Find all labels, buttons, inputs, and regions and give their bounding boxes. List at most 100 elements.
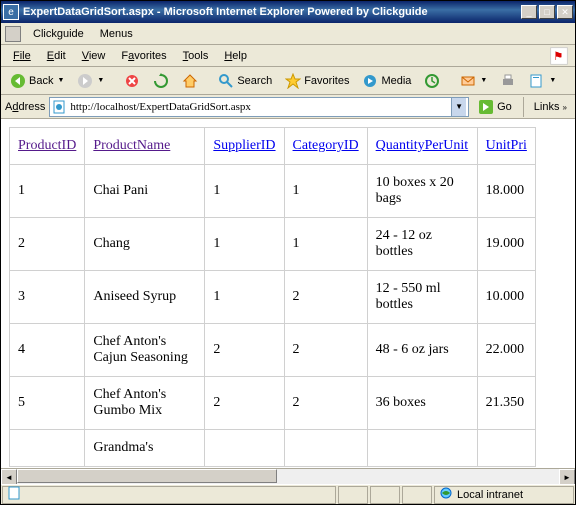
address-dropdown-button[interactable]: ▼: [451, 98, 466, 116]
forward-button[interactable]: ▼: [72, 70, 109, 92]
cell-price: 18.000: [477, 165, 535, 218]
cell-qty: 36 boxes: [367, 377, 477, 430]
favorites-menu[interactable]: Favorites: [113, 48, 174, 64]
page-icon: [7, 486, 21, 503]
clickguide-menu[interactable]: Clickguide: [25, 26, 92, 42]
cell-sup: 1: [205, 165, 284, 218]
edit-menu[interactable]: Edit: [39, 48, 74, 64]
cell-name: Aniseed Syrup: [85, 271, 205, 324]
scroll-area[interactable]: ProductID ProductName SupplierID Categor…: [1, 119, 575, 468]
search-label: Search: [237, 75, 272, 87]
home-button[interactable]: [177, 70, 203, 92]
links-button[interactable]: Links »: [530, 99, 571, 115]
table-row: 1Chai Pani1110 boxes x 20 bags18.000: [10, 165, 536, 218]
cell-name: Chef Anton's Cajun Seasoning: [85, 324, 205, 377]
cell-name: Chef Anton's Gumbo Mix: [85, 377, 205, 430]
cell-id: 5: [10, 377, 85, 430]
chevron-down-icon: ▼: [480, 77, 487, 84]
print-button[interactable]: [495, 70, 521, 92]
print-icon: [500, 73, 516, 89]
cell-price: [477, 430, 535, 467]
custom1-button[interactable]: [571, 70, 576, 92]
status-pane-4: [402, 486, 432, 504]
cell-id: 3: [10, 271, 85, 324]
close-button[interactable]: ✕: [557, 5, 573, 19]
cell-sup: 2: [205, 324, 284, 377]
cell-id: 2: [10, 218, 85, 271]
scroll-right-button[interactable]: ►: [559, 469, 575, 485]
status-pane-2: [338, 486, 368, 504]
col-categoryid[interactable]: CategoryID: [293, 138, 359, 153]
scroll-track[interactable]: [17, 469, 559, 484]
table-row: 3Aniseed Syrup1212 - 550 ml bottles10.00…: [10, 271, 536, 324]
ie-icon: e: [3, 4, 19, 20]
cell-id: 1: [10, 165, 85, 218]
cell-cat: 1: [284, 165, 367, 218]
cell-qty: 48 - 6 oz jars: [367, 324, 477, 377]
file-menubar: File Edit View Favorites Tools Help ⚑: [1, 45, 575, 67]
col-quantityperunit[interactable]: QuantityPerUnit: [376, 138, 469, 153]
back-icon: [10, 73, 26, 89]
address-bar: Address ▼ Go Links »: [1, 95, 575, 119]
refresh-button[interactable]: [148, 70, 174, 92]
forward-icon: [77, 73, 93, 89]
stop-button[interactable]: [119, 70, 145, 92]
edit-icon: [529, 73, 545, 89]
scroll-thumb[interactable]: [17, 469, 277, 483]
status-bar: Local intranet: [1, 484, 575, 504]
refresh-icon: [153, 73, 169, 89]
media-button[interactable]: Media: [357, 70, 416, 92]
window-titlebar: e ExpertDataGridSort.aspx - Microsoft In…: [1, 1, 575, 23]
cell-price: 22.000: [477, 324, 535, 377]
data-grid: ProductID ProductName SupplierID Categor…: [9, 127, 536, 467]
go-label: Go: [497, 101, 512, 113]
cell-name: Chai Pani: [85, 165, 205, 218]
cell-sup: 2: [205, 377, 284, 430]
view-menu[interactable]: View: [74, 48, 114, 64]
tools-menu[interactable]: Tools: [175, 48, 217, 64]
svg-text:⚑: ⚑: [553, 50, 563, 63]
cell-price: 21.350: [477, 377, 535, 430]
file-menu[interactable]: File: [5, 48, 39, 64]
separator: [523, 97, 524, 117]
zone-icon: [439, 486, 453, 503]
mail-button[interactable]: ▼: [455, 70, 492, 92]
header-row: ProductID ProductName SupplierID Categor…: [10, 128, 536, 165]
mail-icon: [460, 73, 476, 89]
col-supplierid[interactable]: SupplierID: [213, 138, 275, 153]
cell-cat: [284, 430, 367, 467]
help-menu[interactable]: Help: [216, 48, 255, 64]
back-label: Back: [29, 75, 53, 87]
history-button[interactable]: [419, 70, 445, 92]
search-button[interactable]: Search: [213, 70, 277, 92]
ie-throbber-icon: ⚑: [545, 45, 573, 67]
go-button[interactable]: Go: [473, 97, 517, 117]
minimize-button[interactable]: _: [521, 5, 537, 19]
address-input[interactable]: [70, 101, 451, 113]
cell-id: [10, 430, 85, 467]
horizontal-scrollbar[interactable]: ◄ ►: [1, 468, 575, 484]
maximize-button[interactable]: □: [539, 5, 555, 19]
standard-toolbar: Back ▼ ▼ Search Favorites Media ▼ ▼: [1, 67, 575, 95]
status-pane-3: [370, 486, 400, 504]
cell-qty: 24 - 12 oz bottles: [367, 218, 477, 271]
chevron-down-icon: ▼: [97, 77, 104, 84]
col-productid[interactable]: ProductID: [18, 138, 76, 153]
edit-button[interactable]: ▼: [524, 70, 561, 92]
favorites-label: Favorites: [304, 75, 349, 87]
menus-menu[interactable]: Menus: [92, 26, 141, 42]
chevron-down-icon: ▼: [549, 77, 556, 84]
zone-pane: Local intranet: [434, 486, 574, 504]
col-productname[interactable]: ProductName: [93, 138, 170, 153]
cell-qty: 12 - 550 ml bottles: [367, 271, 477, 324]
address-combo[interactable]: ▼: [49, 97, 469, 117]
favorites-button[interactable]: Favorites: [280, 70, 354, 92]
cell-name: Grandma's: [85, 430, 205, 467]
table-row: 4Chef Anton's Cajun Seasoning2248 - 6 oz…: [10, 324, 536, 377]
back-button[interactable]: Back ▼: [5, 70, 69, 92]
scroll-left-button[interactable]: ◄: [1, 469, 17, 485]
col-unitprice[interactable]: UnitPri: [486, 138, 527, 153]
media-icon: [362, 73, 378, 89]
table-row: 2Chang1124 - 12 oz bottles19.000: [10, 218, 536, 271]
star-icon: [285, 73, 301, 89]
